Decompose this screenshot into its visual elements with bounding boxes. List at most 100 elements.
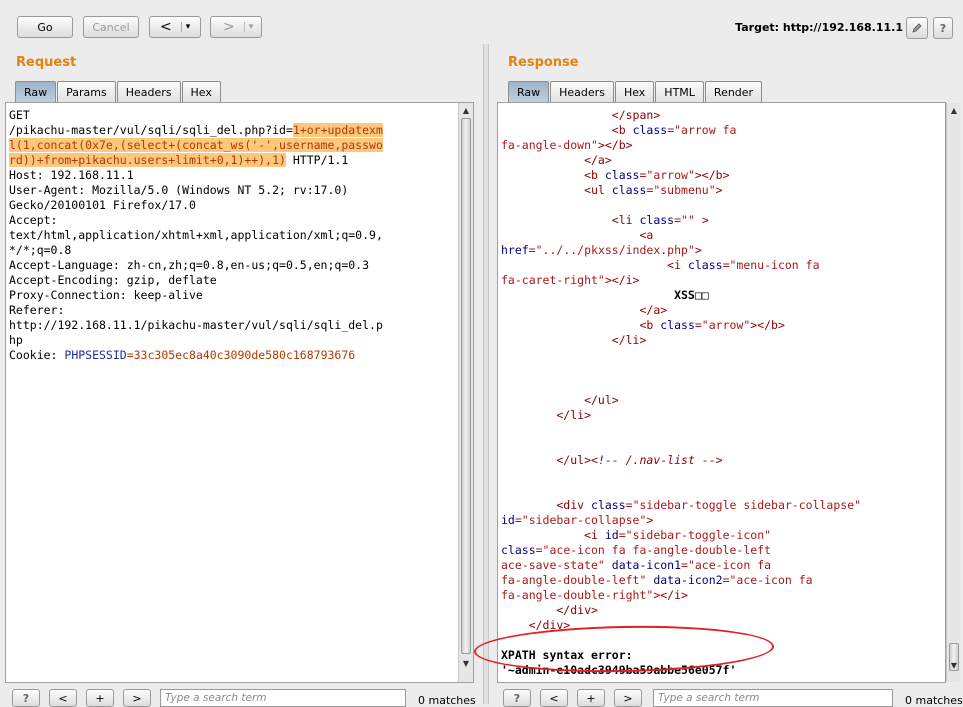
response-line: </li> (501, 408, 592, 422)
scroll-up-icon[interactable]: ▲ (459, 103, 473, 117)
response-text: XSS□□ (501, 288, 709, 302)
attr-value: ="submenu" (646, 183, 716, 197)
request-search-matches: 0 matches (418, 694, 476, 707)
attr-name: class (591, 498, 626, 512)
response-line: </a> (501, 153, 612, 167)
header-line: http://192.168.11.1/pikachu-master/vul/s… (9, 318, 383, 332)
response-search-prev-button[interactable]: < (540, 689, 568, 707)
attr-value: ="ace-icon fa (681, 558, 772, 572)
scroll-thumb[interactable] (461, 118, 471, 654)
request-scrollbar[interactable]: ▲ ▼ (458, 103, 473, 682)
attr-name: href (501, 243, 529, 257)
payload-highlight: 1+or+updatexm (292, 123, 383, 137)
request-line: HTTP/1.1 (285, 153, 349, 167)
request-search-next-button[interactable]: > (123, 689, 151, 707)
attr-name: id (604, 528, 619, 542)
attr-value: ="menu-icon fa (722, 258, 820, 272)
response-search-add-button[interactable]: + (577, 689, 605, 707)
response-line: > (646, 513, 654, 527)
response-editor[interactable]: </span> <b class="arrow fa fa-angle-down… (497, 102, 946, 683)
scroll-up-icon[interactable]: ▲ (947, 103, 961, 117)
request-search-add-button[interactable]: + (86, 689, 114, 707)
response-body: </span> <b class="arrow fa fa-angle-down… (501, 108, 861, 678)
response-line: </span> (501, 108, 661, 122)
response-search-help-button[interactable]: ? (503, 689, 531, 707)
header-line: Proxy-Connection: keep-alive (9, 288, 203, 302)
request-editor[interactable]: GET /pikachu-master/vul/sqli/sqli_del.ph… (5, 102, 474, 683)
request-search-help-button[interactable]: ? (12, 689, 40, 707)
scroll-down-icon[interactable]: ▼ (947, 658, 961, 672)
attr-name: class (611, 183, 647, 197)
header-line: Cookie: (9, 348, 65, 362)
header-line: */*;q=0.8 (9, 243, 72, 257)
attr-name: class (660, 318, 695, 332)
response-search-matches: 0 matches (905, 694, 963, 707)
response-line: </ul> (501, 393, 619, 407)
response-line: > (694, 213, 709, 227)
cookie-value: =33c305ec8a40c3090de580c168793676 (126, 348, 356, 362)
tab-raw[interactable]: Raw (15, 81, 57, 102)
scroll-down-icon[interactable]: ▼ (459, 656, 473, 670)
attr-value: ="sidebar-toggle sidebar-collapse" (625, 498, 862, 512)
attr-value: ="arrow fa (667, 123, 737, 137)
request-body: GET /pikachu-master/vul/sqli/sqli_del.ph… (9, 108, 383, 363)
back-button[interactable]: < ▾ (149, 16, 201, 38)
chevron-down-icon: ▾ (243, 22, 253, 32)
response-search-input[interactable]: Type a search term (653, 689, 893, 707)
response-title: Response (508, 55, 579, 70)
response-line: ></b> (597, 138, 633, 152)
header-line: Accept-Language: zh-cn,zh;q=0.8,en-us;q=… (9, 258, 370, 272)
tab-headers[interactable]: Headers (550, 81, 614, 102)
request-line: GET (9, 108, 30, 122)
request-search-input[interactable]: Type a search term (160, 689, 406, 707)
response-line: </li> (501, 333, 647, 347)
request-line: /pikachu-master/vul/sqli/sqli_del.php?id… (9, 123, 293, 137)
request-title: Request (16, 55, 77, 70)
header-line: Accept-Encoding: gzip, deflate (9, 273, 217, 287)
attr-name: class (687, 258, 723, 272)
help-button[interactable]: ? (933, 17, 953, 39)
attr-name: id (501, 513, 515, 527)
attr-value: ="sidebar-collapse" (514, 513, 647, 527)
payload-highlight: l(1,concat(0x7e,(select+(concat_ws('-',u… (9, 138, 383, 152)
header-line: User-Agent: Mozilla/5.0 (Windows NT 5.2;… (9, 183, 349, 197)
attr-value: ="arrow" (694, 318, 751, 332)
attr-value: fa-angle-down" (501, 138, 598, 152)
tab-render[interactable]: Render (704, 81, 763, 102)
cancel-button[interactable]: Cancel (83, 16, 139, 38)
response-search-next-button[interactable]: > (614, 689, 642, 707)
response-line: <a (501, 228, 654, 242)
header-line: Accept: (9, 213, 58, 227)
attr-name: class (632, 123, 668, 137)
response-line: </div> (501, 603, 598, 617)
attr-value: fa-angle-double-left" (501, 573, 654, 587)
response-line: <i (501, 258, 688, 272)
response-line: <div (501, 498, 592, 512)
pencil-icon[interactable] (906, 17, 928, 39)
attr-name: data-icon1 (611, 558, 682, 572)
tab-html[interactable]: HTML (655, 81, 704, 102)
tab-hex[interactable]: Hex (614, 81, 655, 102)
tab-params[interactable]: Params (57, 81, 116, 102)
attr-name: class (501, 543, 536, 557)
forward-button[interactable]: > ▾ (210, 16, 262, 38)
target-label: Target: http://192.168.11.1 (735, 21, 903, 34)
attr-value: ="ace-icon fa fa-angle-double-left (535, 543, 772, 557)
request-search-prev-button[interactable]: < (49, 689, 77, 707)
cookie-name: PHPSESSID (64, 348, 127, 362)
attr-name: class (604, 168, 640, 182)
response-line: <b (501, 318, 661, 332)
tab-raw[interactable]: Raw (508, 81, 550, 102)
tab-headers[interactable]: Headers (116, 81, 181, 102)
response-line: ></i> (653, 588, 688, 602)
attr-value: ="sidebar-toggle-icon" (618, 528, 772, 542)
go-button[interactable]: Go (17, 16, 73, 38)
header-line: Referer: (9, 303, 65, 317)
response-scrollbar[interactable]: ▲ ▼ (946, 103, 961, 682)
tab-hex[interactable]: Hex (181, 81, 221, 102)
payload-highlight: rd))+from+pikachu.users+limit+0,1)++),1) (9, 153, 286, 167)
response-line: </ul> (501, 453, 592, 467)
pane-divider[interactable] (483, 44, 489, 704)
attr-value: fa-caret-right" (501, 273, 605, 287)
response-line: ></b> (750, 318, 785, 332)
